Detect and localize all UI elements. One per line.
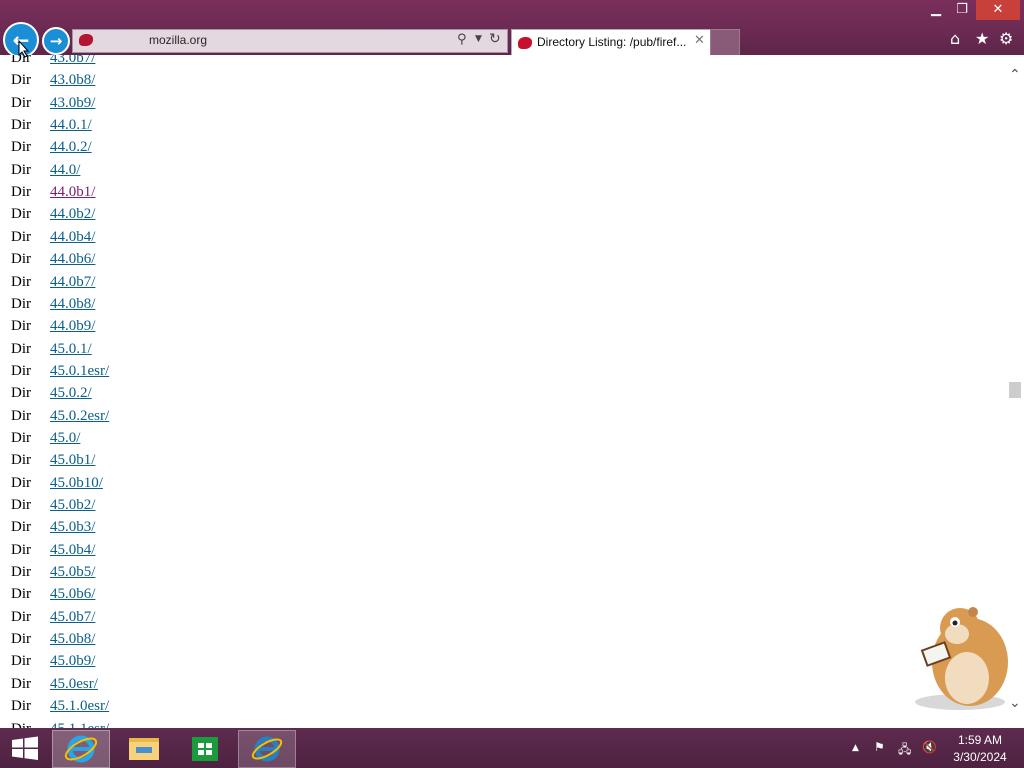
directory-link[interactable]: 45.0b10/: [50, 472, 103, 494]
directory-link[interactable]: 43.0b8/: [50, 69, 95, 91]
directory-link[interactable]: 44.0b1/: [50, 181, 95, 203]
entry-type: Dir: [11, 251, 31, 268]
network-icon[interactable]: 🖧: [898, 740, 911, 761]
scroll-up-icon[interactable]: ⌃: [1009, 67, 1021, 83]
directory-link[interactable]: 43.0b7/: [50, 55, 95, 69]
directory-link[interactable]: 44.0.1/: [50, 114, 92, 136]
entry-type: Dir: [11, 228, 31, 245]
directory-link[interactable]: 45.0b9/: [50, 650, 95, 672]
tab-directory-listing[interactable]: Directory Listing: /pub/firef... ✕: [511, 29, 711, 55]
directory-link[interactable]: 45.1.1esr/: [50, 718, 109, 729]
browser-chrome: ▁ ❐ ✕ ← → mozilla.org ⚲ ▼ ↻ Directory Li…: [0, 0, 1024, 58]
entry-type: Dir: [11, 94, 31, 111]
mozilla-dino-icon: [518, 37, 532, 49]
directory-link[interactable]: 45.0b2/: [50, 494, 95, 516]
new-tab-button[interactable]: [710, 29, 740, 56]
entry-type: Dir: [11, 318, 31, 335]
directory-link[interactable]: 45.0b7/: [50, 606, 95, 628]
directory-link[interactable]: 44.0b2/: [50, 203, 95, 225]
entry-type: Dir: [11, 564, 31, 581]
taskbar: ▲ ⚑ 🖧 🔇 1:59 AM 3/30/2024: [0, 728, 1024, 768]
entry-type: Dir: [11, 497, 31, 513]
store-icon[interactable]: [177, 730, 233, 766]
show-hidden-icons-icon[interactable]: ▲: [852, 743, 859, 753]
volume-muted-icon[interactable]: 🔇: [922, 740, 937, 754]
internet-explorer-pinned-icon[interactable]: [238, 730, 296, 768]
directory-link[interactable]: 45.0b5/: [50, 561, 95, 583]
directory-link[interactable]: 45.0.1esr/: [50, 360, 109, 382]
directory-link[interactable]: 44.0b7/: [50, 271, 95, 293]
clock-date[interactable]: 3/30/2024: [940, 750, 1020, 764]
entry-type: Dir: [11, 586, 31, 603]
directory-link[interactable]: 45.0b6/: [50, 583, 95, 605]
entry-type: Dir: [11, 519, 31, 536]
maximize-button[interactable]: ❐: [950, 0, 974, 20]
directory-link[interactable]: 45.0b8/: [50, 628, 95, 650]
entry-type: Dir: [11, 698, 31, 715]
entry-type: Dir: [11, 474, 31, 491]
address-bar[interactable]: mozilla.org ⚲ ▼ ↻: [72, 29, 508, 53]
hamster-mascot-icon: [915, 607, 1008, 710]
directory-link[interactable]: 45.0.2/: [50, 382, 92, 404]
directory-link[interactable]: 45.0b1/: [50, 449, 95, 471]
clock-time[interactable]: 1:59 AM: [940, 733, 1020, 747]
tab-title: Directory Listing: /pub/firef...: [537, 35, 687, 49]
directory-link[interactable]: 45.1.0esr/: [50, 695, 109, 717]
windows-start-icon[interactable]: [0, 728, 50, 768]
entry-type: Dir: [11, 541, 31, 558]
directory-link[interactable]: 45.0b4/: [50, 539, 95, 561]
directory-link[interactable]: 44.0/: [50, 159, 80, 181]
scroll-thumb[interactable]: [1009, 382, 1021, 398]
entry-type: Dir: [11, 340, 31, 357]
gear-icon[interactable]: ⚙: [999, 29, 1013, 48]
favorites-icon[interactable]: ★: [975, 29, 989, 48]
entry-type: Dir: [11, 675, 31, 692]
close-window-button[interactable]: ✕: [976, 0, 1020, 20]
forward-button[interactable]: →: [42, 27, 70, 55]
directory-link[interactable]: 45.0.2esr/: [50, 405, 109, 427]
entry-type: Dir: [11, 362, 31, 379]
directory-link[interactable]: 44.0b8/: [50, 293, 95, 315]
file-explorer-icon[interactable]: [116, 730, 172, 766]
close-tab-icon[interactable]: ✕: [694, 33, 705, 48]
entry-type: Dir: [11, 631, 31, 648]
refresh-icon[interactable]: ↻: [489, 31, 501, 47]
entry-type: Dir: [11, 72, 31, 89]
mouse-cursor-icon: [18, 40, 30, 58]
directory-link[interactable]: 44.0b6/: [50, 248, 95, 270]
directory-link[interactable]: 45.0/: [50, 427, 80, 449]
home-icon[interactable]: ⌂: [950, 29, 960, 48]
page-content: Dir 43.0b7/Dir 43.0b8/Dir 43.0b9/Dir 44.0.1/…: [0, 55, 1006, 728]
entry-type: Dir: [11, 184, 31, 201]
address-text[interactable]: mozilla.org: [149, 33, 207, 47]
entry-type: Dir: [11, 653, 31, 670]
minimize-button[interactable]: ▁: [924, 0, 948, 20]
entry-type: Dir: [11, 273, 31, 290]
directory-link[interactable]: 43.0b9/: [50, 92, 95, 114]
entry-type: Dir: [11, 206, 31, 223]
directory-link[interactable]: 45.0.1/: [50, 338, 92, 360]
entry-type: Dir: [11, 407, 31, 424]
entry-type: Dir: [11, 429, 31, 446]
entry-type: Dir: [11, 161, 31, 178]
entry-type: Dir: [11, 452, 31, 469]
directory-link[interactable]: 44.0.2/: [50, 136, 92, 158]
internet-explorer-icon[interactable]: [52, 730, 110, 768]
entry-type: Dir: [11, 117, 31, 134]
entry-type: Dir: [11, 295, 31, 312]
chevron-down-icon[interactable]: ▼: [475, 34, 482, 44]
entry-type: Dir: [11, 385, 31, 402]
directory-link[interactable]: 44.0b9/: [50, 315, 95, 337]
directory-link[interactable]: 45.0esr/: [50, 673, 98, 695]
action-center-flag-icon[interactable]: ⚑: [874, 740, 885, 754]
directory-link[interactable]: 44.0b4/: [50, 226, 95, 248]
entry-type: Dir: [11, 139, 31, 156]
directory-link[interactable]: 45.0b3/: [50, 516, 95, 538]
mozilla-dino-icon: [79, 34, 93, 46]
entry-type: Dir: [11, 608, 31, 625]
entry-type: Dir: [11, 718, 31, 729]
search-icon[interactable]: ⚲: [457, 32, 467, 47]
